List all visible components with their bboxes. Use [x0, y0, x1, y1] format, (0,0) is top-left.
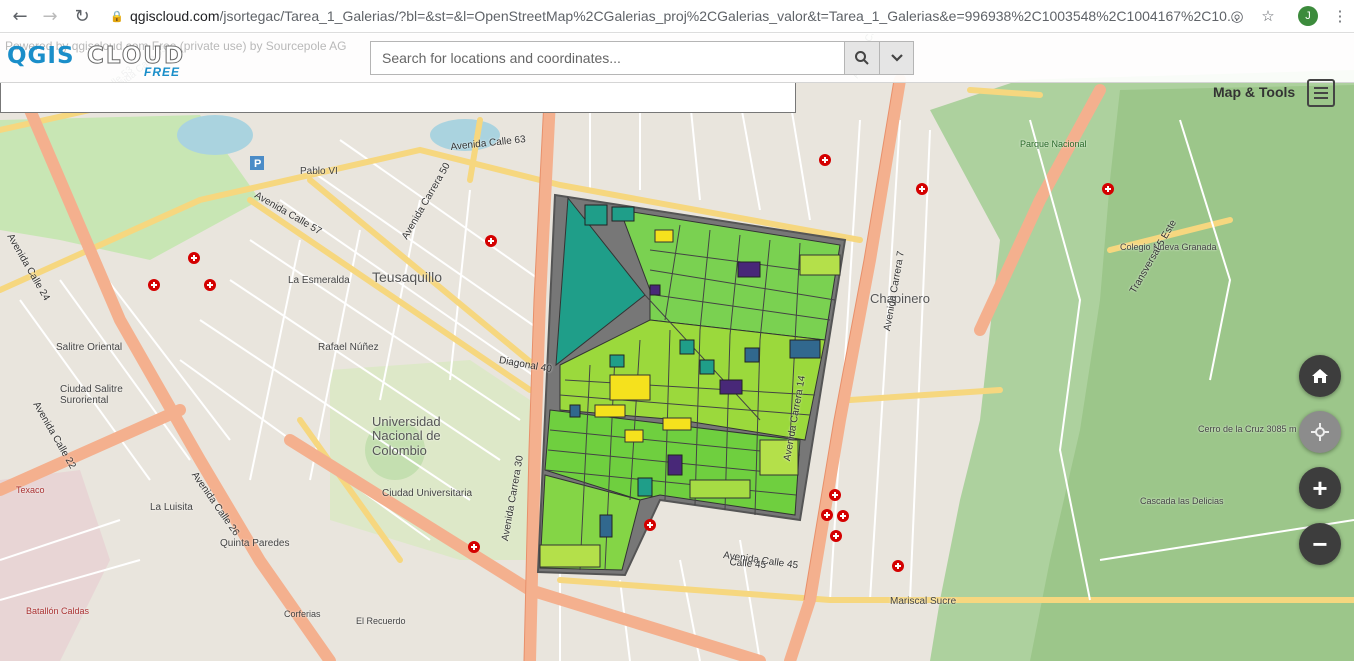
url-path: /jsortegac/Tarea_1_Galerias/?bl=&st=&l=O…	[219, 8, 1239, 24]
place-label: Batallón Caldas	[26, 606, 90, 616]
search-results-panel	[0, 83, 796, 113]
place-label: Cerro de la Cruz 3085 m	[1198, 424, 1297, 434]
parcel-yellow-2[interactable]	[594, 404, 626, 418]
parcel-teal-5[interactable]	[611, 206, 635, 222]
place-label: El Recuerdo	[356, 616, 406, 626]
place-label: Colegio Nueva Granada	[1120, 242, 1217, 252]
logo-free: FREE	[144, 65, 181, 79]
place-label: La Luisita	[150, 502, 193, 513]
qgis-cloud-logo: QGIS CLOUD FREE	[7, 43, 202, 80]
parcel-teal-4[interactable]	[584, 204, 608, 226]
search-options-button[interactable]	[879, 41, 914, 75]
home-icon	[1312, 369, 1328, 383]
location-search-box[interactable]	[370, 41, 845, 75]
map-svg: P	[0, 34, 1354, 661]
parcel-light-4[interactable]	[689, 479, 751, 499]
place-label: Teusaquillo	[372, 269, 443, 285]
place-label: Parque Nacional	[1020, 139, 1087, 149]
parcel-blue-2[interactable]	[744, 347, 760, 363]
hamburger-line	[1314, 92, 1328, 94]
forward-icon[interactable]: →	[34, 0, 66, 32]
map-canvas[interactable]: P Teusaquillo Chapinero Universidad Nacion…	[0, 34, 1354, 661]
place-label: Chapinero	[870, 291, 930, 306]
parcel-blue-1[interactable]	[789, 339, 821, 359]
menu-toggle-button[interactable]	[1307, 79, 1335, 107]
zoom-in-button[interactable]: +	[1299, 467, 1341, 509]
zoom-out-button[interactable]: −	[1299, 523, 1341, 565]
browser-toolbar: ← → ↻ 🔒 qgiscloud.com/jsortegac/Tarea_1_…	[0, 0, 1354, 33]
place-label: Salitre Oriental	[56, 342, 123, 353]
place-label: Cascada las Delicias	[1140, 496, 1224, 506]
parcel-teal-1[interactable]	[679, 339, 695, 355]
parcel-yellow-4[interactable]	[662, 417, 692, 431]
locate-button[interactable]	[1299, 411, 1341, 453]
parking-letter: P	[254, 158, 261, 170]
hamburger-line	[1314, 97, 1328, 99]
logo-qgis: QGIS	[7, 43, 75, 69]
place-label: Quinta Paredes	[220, 538, 290, 549]
browser-menu-icon[interactable]: ⋮	[1330, 4, 1350, 28]
place-label: Mariscal Sucre	[890, 596, 957, 607]
place-label: Corferias	[284, 609, 321, 619]
map-tools-label[interactable]: Map & Tools	[1213, 84, 1295, 100]
place-label: Rafael Núñez	[318, 342, 379, 353]
place-label: La Esmeralda	[288, 275, 350, 286]
location-blocked-icon[interactable]: ◎	[1226, 4, 1248, 28]
parcel-dark-3[interactable]	[719, 379, 743, 395]
crosshair-icon	[1311, 423, 1329, 441]
parcel-dark-4[interactable]	[649, 284, 661, 296]
parcel-yellow-5[interactable]	[624, 429, 644, 443]
parcel-yellow-1[interactable]	[609, 374, 651, 401]
search-button[interactable]	[844, 41, 880, 75]
profile-avatar[interactable]: J	[1298, 6, 1318, 26]
place-label: Universidad Nacional de Colombio	[372, 414, 441, 458]
place-label: Ciudad Universitaria	[382, 488, 473, 499]
url-host: qgiscloud.com	[130, 8, 220, 24]
address-bar[interactable]: 🔒 qgiscloud.com/jsortegac/Tarea_1_Galeri…	[104, 3, 1288, 29]
lake	[177, 115, 253, 155]
place-label: Texaco	[16, 485, 45, 495]
home-button[interactable]	[1299, 355, 1341, 397]
parcel-light-3[interactable]	[539, 544, 601, 568]
parcel-teal-6[interactable]	[637, 477, 653, 497]
bookmark-star-icon[interactable]: ☆	[1257, 4, 1279, 28]
parcel-dark-2[interactable]	[667, 454, 683, 476]
parcel-blue-3[interactable]	[569, 404, 581, 418]
hamburger-line	[1314, 87, 1328, 89]
back-icon[interactable]: ←	[4, 0, 36, 32]
parcel-teal-2[interactable]	[699, 359, 715, 375]
parcel-dark-1[interactable]	[737, 261, 761, 278]
reload-icon[interactable]: ↻	[66, 0, 98, 32]
parcel-teal-3[interactable]	[609, 354, 625, 368]
chevron-down-icon	[890, 54, 903, 62]
search-icon	[855, 51, 869, 65]
search-input[interactable]	[371, 42, 844, 74]
parcel-yellow-3[interactable]	[654, 229, 674, 243]
parcel-light-1[interactable]	[799, 254, 841, 276]
place-label: Pablo VI	[300, 166, 338, 177]
place-label: Ciudad Salitre Suroriental	[60, 384, 123, 406]
parcel-blue-4[interactable]	[599, 514, 613, 538]
lock-icon: 🔒	[110, 10, 124, 23]
